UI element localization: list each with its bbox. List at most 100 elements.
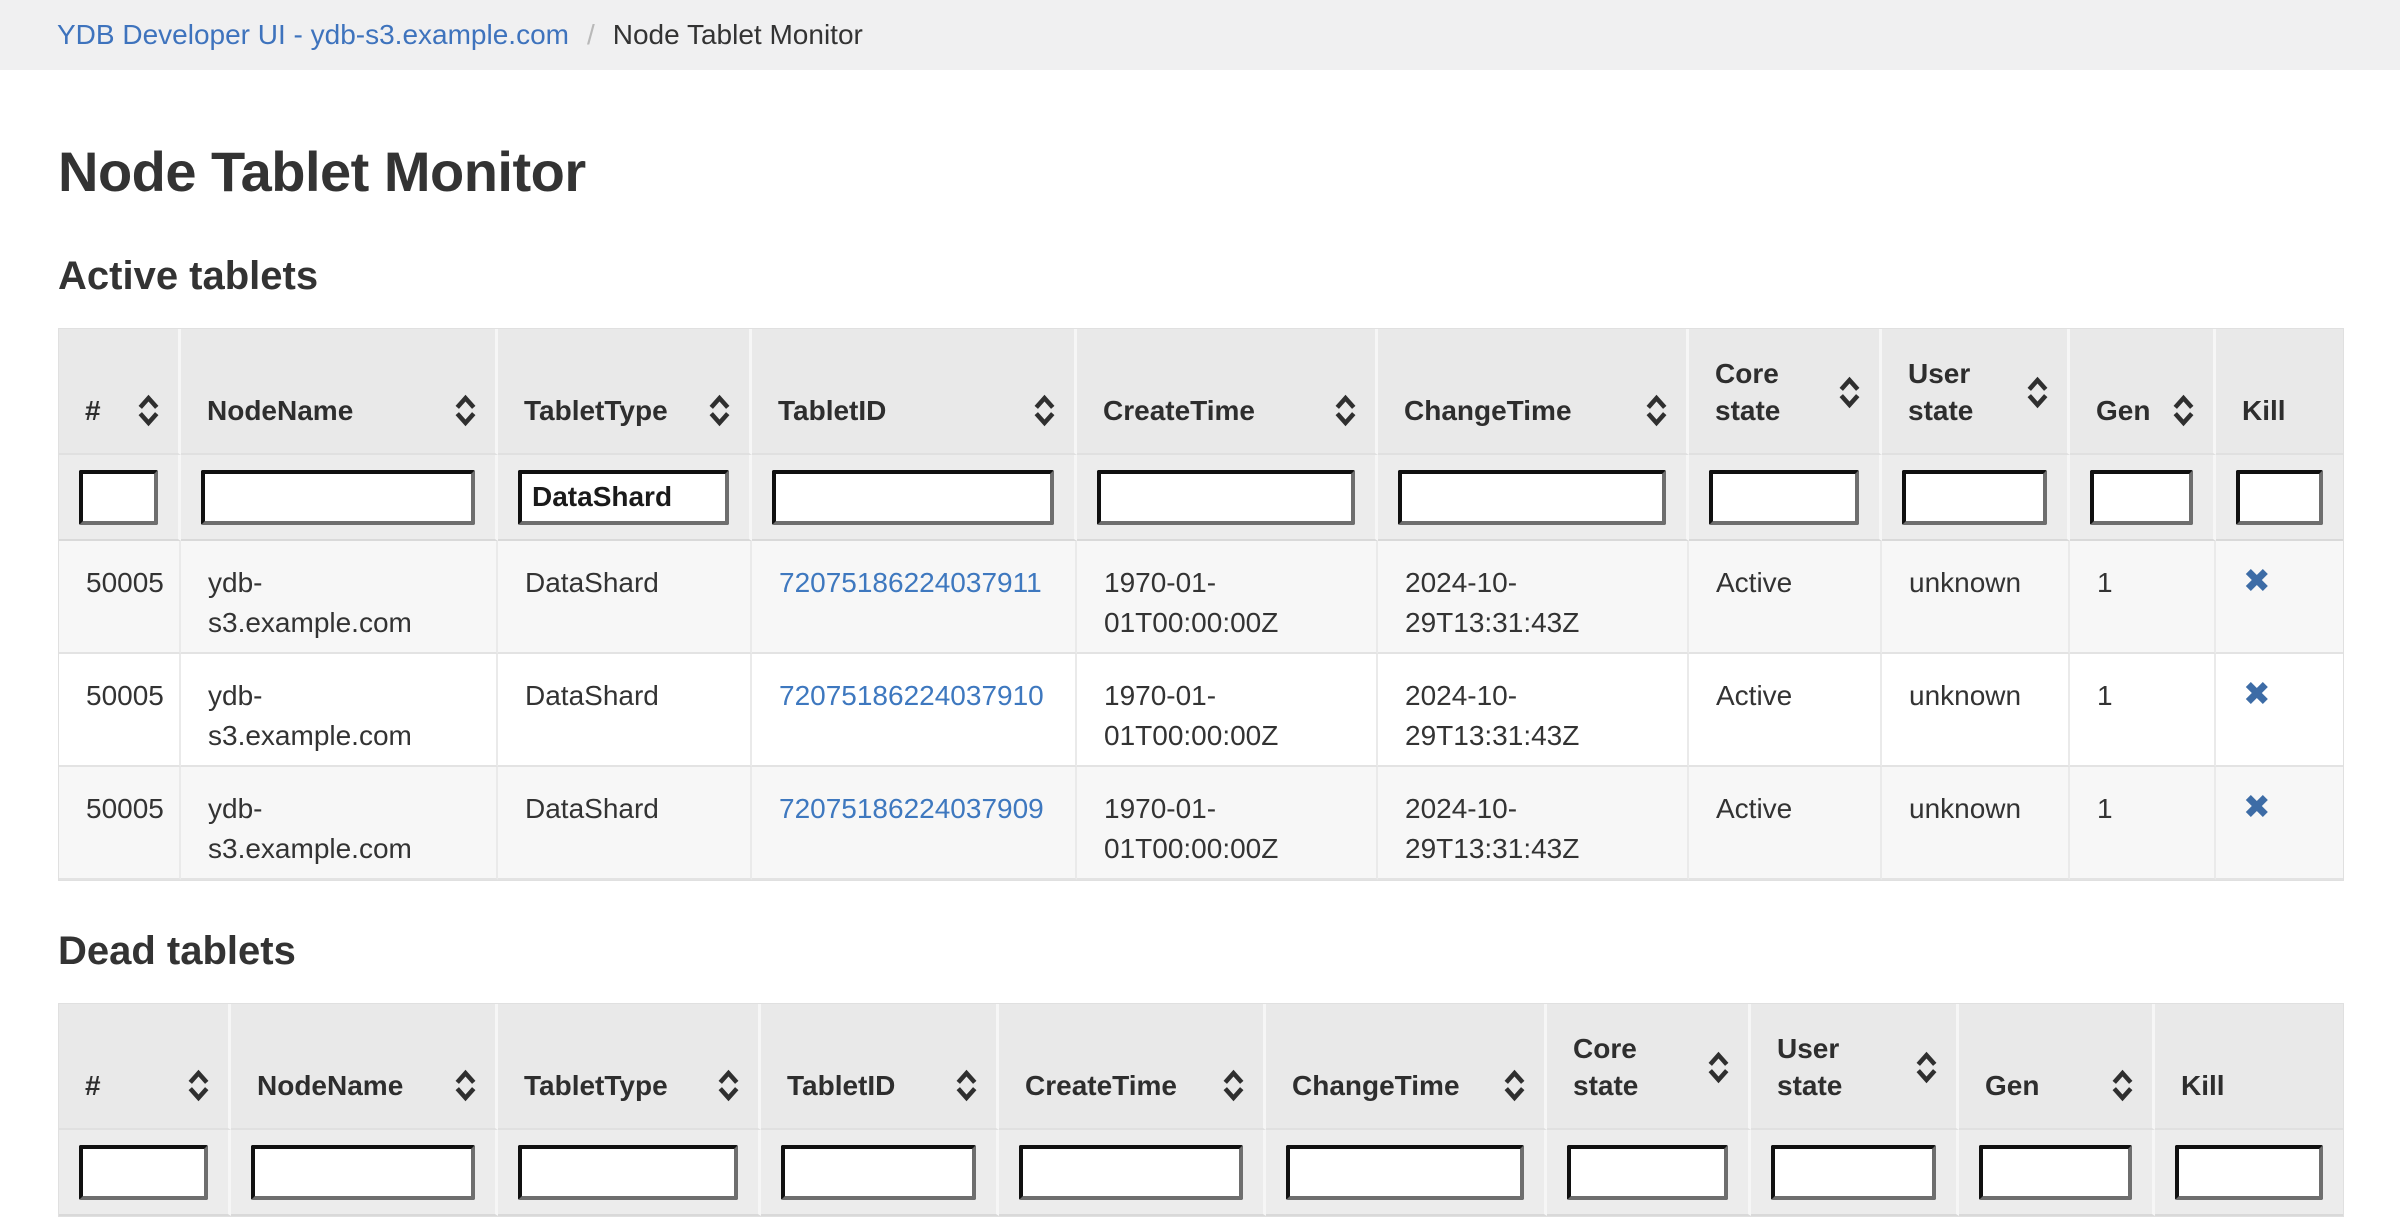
column-header-num[interactable]: # (59, 1004, 231, 1130)
sort-icon (708, 394, 731, 427)
column-header-tablettype[interactable]: TabletType (498, 1004, 761, 1130)
dead-filter-userstate[interactable] (1771, 1145, 1936, 1200)
cell-num: 50005 (59, 541, 181, 654)
column-header-corestate[interactable]: Core state (1547, 1004, 1751, 1130)
sort-icon (2172, 394, 2195, 427)
cell-userstate: unknown (1882, 654, 2070, 767)
cell-createtime: 1970-01-01T00:00:00Z (1077, 654, 1378, 767)
kill-button[interactable]: ✖ (2243, 789, 2271, 825)
cell-nodename: ydb-s3.example.com (181, 541, 498, 654)
column-header-kill: Kill (2155, 1004, 2343, 1130)
column-header-changetime[interactable]: ChangeTime (1266, 1004, 1547, 1130)
column-label: CreateTime (1103, 392, 1255, 429)
tablet-id-link[interactable]: 72075186224037909 (779, 793, 1044, 824)
column-header-nodename[interactable]: NodeName (231, 1004, 498, 1130)
column-label: TabletType (524, 392, 668, 429)
cell-tabletid: 72075186224037909 (752, 767, 1077, 880)
active-filter-tabletid[interactable] (772, 470, 1054, 525)
column-header-userstate[interactable]: User state (1882, 329, 2070, 455)
tablet-id-link[interactable]: 72075186224037911 (779, 567, 1042, 598)
cell-userstate: unknown (1882, 767, 2070, 880)
cell-changetime: 2024-10-29T13:31:43Z (1378, 654, 1689, 767)
column-header-num[interactable]: # (59, 329, 181, 455)
column-label: Gen (1985, 1067, 2039, 1104)
column-header-tabletid[interactable]: TabletID (761, 1004, 999, 1130)
column-header-createtime[interactable]: CreateTime (1077, 329, 1378, 455)
active-filter-createtime[interactable] (1097, 470, 1355, 525)
column-header-createtime[interactable]: CreateTime (999, 1004, 1266, 1130)
cell-num: 50005 (59, 654, 181, 767)
sort-icon (2026, 376, 2049, 409)
active-filter-corestate[interactable] (1709, 470, 1859, 525)
column-label: User state (1777, 1030, 1869, 1104)
column-label: NodeName (257, 1067, 403, 1104)
active-filter-nodename[interactable] (201, 470, 475, 525)
active-filter-kill[interactable] (2236, 470, 2323, 525)
column-label: # (85, 392, 101, 429)
column-label: Gen (2096, 392, 2150, 429)
column-header-tabletid[interactable]: TabletID (752, 329, 1077, 455)
cell-corestate: Active (1689, 767, 1882, 880)
cell-tablettype: DataShard (498, 767, 752, 880)
breadcrumb-root-link[interactable]: YDB Developer UI - ydb-s3.example.com (57, 19, 569, 51)
column-label: TabletID (778, 392, 886, 429)
column-header-gen[interactable]: Gen (2070, 329, 2216, 455)
dead-filter-corestate[interactable] (1567, 1145, 1728, 1200)
kill-button[interactable]: ✖ (2243, 563, 2271, 599)
sort-icon (1033, 394, 1056, 427)
table-row: 50005 ydb-s3.example.com DataShard 72075… (59, 654, 2343, 767)
page-title: Node Tablet Monitor (58, 142, 2400, 202)
column-label: User state (1908, 355, 2000, 429)
active-header-row: # NodeName TabletType TabletID CreateTim… (59, 329, 2343, 455)
column-label: TabletType (524, 1067, 668, 1104)
active-filter-gen[interactable] (2090, 470, 2193, 525)
dead-filter-tabletid[interactable] (781, 1145, 976, 1200)
column-label: TabletID (787, 1067, 895, 1104)
cell-changetime: 2024-10-29T13:31:43Z (1378, 767, 1689, 880)
column-header-userstate[interactable]: User state (1751, 1004, 1959, 1130)
dead-filter-createtime[interactable] (1019, 1145, 1243, 1200)
sort-icon (137, 394, 160, 427)
cell-corestate: Active (1689, 654, 1882, 767)
cell-tabletid: 72075186224037910 (752, 654, 1077, 767)
dead-tablets-heading: Dead tablets (58, 929, 2400, 973)
sort-icon (1334, 394, 1357, 427)
table-row: 50005 ydb-s3.example.com DataShard 72075… (59, 541, 2343, 654)
sort-icon (1222, 1069, 1245, 1102)
active-filter-changetime[interactable] (1398, 470, 1666, 525)
cell-tablettype: DataShard (498, 541, 752, 654)
cell-createtime: 1970-01-01T00:00:00Z (1077, 767, 1378, 880)
column-header-changetime[interactable]: ChangeTime (1378, 329, 1689, 455)
sort-icon (187, 1069, 210, 1102)
dead-filter-tablettype[interactable] (518, 1145, 738, 1200)
dead-filter-changetime[interactable] (1286, 1145, 1524, 1200)
cell-changetime: 2024-10-29T13:31:43Z (1378, 541, 1689, 654)
dead-filter-nodename[interactable] (251, 1145, 475, 1200)
tablet-id-link[interactable]: 72075186224037910 (779, 680, 1044, 711)
kill-button[interactable]: ✖ (2243, 676, 2271, 712)
active-filter-row (59, 455, 2343, 541)
sort-icon (454, 1069, 477, 1102)
column-header-corestate[interactable]: Core state (1689, 329, 1882, 455)
table-row: 50005 ydb-s3.example.com DataShard 72075… (59, 767, 2343, 880)
active-filter-tablettype[interactable] (518, 470, 729, 525)
column-label: ChangeTime (1292, 1067, 1460, 1104)
active-filter-userstate[interactable] (1902, 470, 2047, 525)
column-label: Core state (1573, 1030, 1665, 1104)
column-header-gen[interactable]: Gen (1959, 1004, 2155, 1130)
column-header-nodename[interactable]: NodeName (181, 329, 498, 455)
sort-icon (955, 1069, 978, 1102)
breadcrumb-separator: / (587, 19, 595, 51)
sort-icon (1707, 1051, 1730, 1084)
active-filter-num[interactable] (79, 470, 158, 525)
cell-nodename: ydb-s3.example.com (181, 654, 498, 767)
sort-icon (1503, 1069, 1526, 1102)
sort-icon (1915, 1051, 1938, 1084)
column-label: Kill (2242, 392, 2286, 429)
dead-filter-gen[interactable] (1979, 1145, 2132, 1200)
column-header-tablettype[interactable]: TabletType (498, 329, 752, 455)
dead-filter-kill[interactable] (2175, 1145, 2323, 1200)
cell-gen: 1 (2070, 541, 2216, 654)
dead-filter-num[interactable] (79, 1145, 208, 1200)
cell-num: 50005 (59, 767, 181, 880)
